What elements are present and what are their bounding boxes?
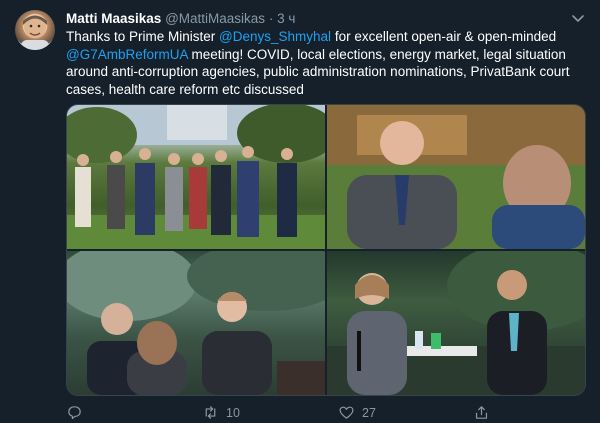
like-count: 27 (362, 405, 376, 420)
reply-button[interactable] (66, 404, 83, 421)
like-icon (339, 406, 354, 419)
avatar[interactable] (15, 10, 55, 50)
photo-speaker-closeup[interactable] (327, 105, 585, 249)
retweet-button[interactable]: 10 (202, 404, 240, 421)
like-button[interactable]: 27 (338, 404, 376, 421)
photo-seated-conversation[interactable] (67, 251, 325, 395)
photo-table-discussion[interactable] (327, 251, 585, 395)
table-photo-illustration (327, 251, 585, 395)
tweet-text-part: Thanks to Prime Minister (66, 29, 220, 44)
header-separator: · (268, 11, 274, 26)
author-handle[interactable]: @MattiMaasikas (165, 11, 265, 26)
tweet-text-part: for excellent open-air & open-minded (331, 29, 557, 44)
speaker-photo-illustration (327, 105, 585, 249)
retweet-icon (205, 406, 216, 419)
avatar-face-icon (21, 15, 49, 50)
reply-icon (68, 406, 81, 420)
tweet-timestamp[interactable]: 3 ч (277, 11, 295, 26)
retweet-count: 10 (226, 405, 240, 420)
tweet[interactable]: Matti Maasikas @MattiMaasikas · 3 ч Than… (0, 0, 600, 423)
mention-link[interactable]: @Denys_Shmyhal (219, 29, 331, 44)
author-name[interactable]: Matti Maasikas (66, 11, 161, 26)
share-button[interactable] (473, 404, 490, 421)
tweet-actions: 10 27 (66, 402, 586, 422)
share-icon (475, 406, 488, 419)
mention-link[interactable]: @G7AmbReformUA (66, 47, 188, 62)
seated-photo-illustration (67, 251, 325, 395)
photo-grid (66, 104, 586, 396)
group-photo-illustration (67, 105, 325, 249)
tweet-header: Matti Maasikas @MattiMaasikas · 3 ч (66, 10, 295, 27)
tweet-text: Thanks to Prime Minister @Denys_Shmyhal … (66, 28, 586, 98)
chevron-down-icon[interactable] (570, 10, 586, 26)
photo-group-outdoors[interactable] (67, 105, 325, 249)
